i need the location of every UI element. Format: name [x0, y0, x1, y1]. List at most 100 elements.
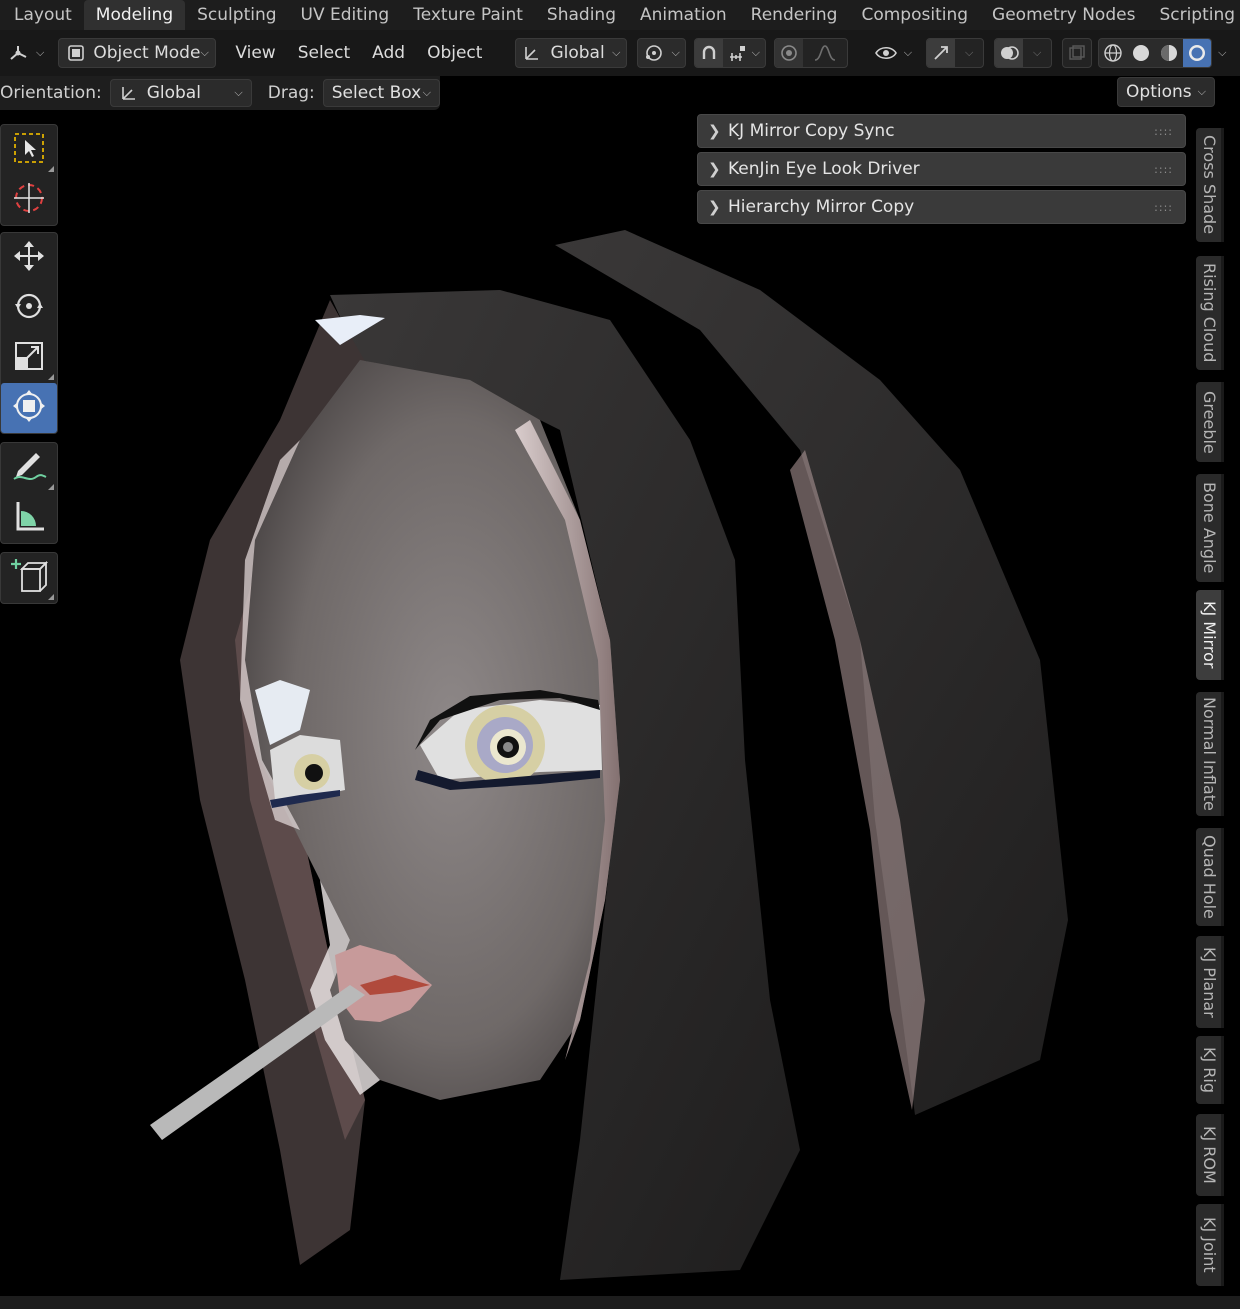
chevron-down-icon: ⌵ [200, 46, 209, 59]
tab-scripting[interactable]: Scripting [1147, 0, 1240, 30]
xray-toggle[interactable] [1062, 38, 1093, 68]
sidebar-tab-kj-joint[interactable]: KJ Joint [1196, 1204, 1224, 1286]
menu-view[interactable]: View [224, 38, 286, 68]
menu-select[interactable]: Select [287, 38, 361, 68]
chevron-right-icon: ❯ [708, 160, 721, 178]
transform-tool[interactable] [1, 383, 57, 433]
gizmo-group: ⌵ [926, 38, 985, 68]
tab-compositing[interactable]: Compositing [849, 0, 980, 30]
snap-increment-icon[interactable]: ⌵ [723, 39, 765, 67]
chevron-down-icon[interactable]: ⌵ [1023, 39, 1051, 67]
drag-label: Drag: [267, 83, 315, 103]
toolbar-add-group [0, 552, 58, 604]
scale-tool[interactable] [1, 333, 57, 383]
mode-label: Object Mode [93, 43, 201, 63]
cursor-tool[interactable] [1, 175, 57, 225]
shading-options-dropdown[interactable]: ⌵ [1214, 38, 1230, 68]
tab-sculpting[interactable]: Sculpting [185, 0, 288, 30]
sidebar-tab-rising-cloud[interactable]: Rising Cloud [1196, 256, 1224, 370]
rotate-tool[interactable] [1, 283, 57, 333]
sidebar-tab-bone-angle[interactable]: Bone Angle [1196, 474, 1224, 582]
chevron-down-icon: ⌵ [234, 86, 243, 99]
chevron-down-icon: ⌵ [422, 86, 431, 99]
orientation-label: Global [550, 43, 605, 63]
sidebar-tab-normal-inflate[interactable]: Normal Inflate [1196, 692, 1224, 816]
tab-modeling[interactable]: Modeling [83, 0, 186, 30]
add-cube-icon [10, 557, 49, 600]
tab-animation[interactable]: Animation [628, 0, 739, 30]
chevron-down-icon: ⌵ [1197, 85, 1206, 98]
pivot-point-dropdown[interactable]: ⌵ [637, 38, 686, 68]
rendered-shading-icon[interactable] [1183, 39, 1212, 67]
tab-shading[interactable]: Shading [535, 0, 628, 30]
tool-orientation-value: Global [146, 83, 201, 103]
move-icon [12, 239, 46, 278]
drag-grip-icon[interactable]: :::: [1154, 125, 1173, 138]
mode-dropdown[interactable]: Object Mode ⌵ [58, 38, 217, 68]
scale-icon [12, 339, 46, 378]
options-label: Options [1126, 82, 1192, 102]
move-tool[interactable] [1, 233, 57, 283]
chevron-down-icon[interactable]: ⌵ [955, 39, 983, 67]
material-preview-shading-icon[interactable] [1155, 39, 1183, 67]
overlay-icon[interactable] [995, 39, 1024, 67]
menu-object[interactable]: Object [416, 38, 493, 68]
sidebar-tab-greeble[interactable]: Greeble [1196, 382, 1224, 462]
proportional-edit-icon[interactable] [774, 39, 803, 67]
eye-icon [874, 43, 898, 63]
tab-uv-editing[interactable]: UV Editing [289, 0, 402, 30]
snap-magnet-icon[interactable] [694, 39, 723, 67]
snap-group: ⌵ [693, 38, 766, 68]
tab-texture-paint[interactable]: Texture Paint [401, 0, 535, 30]
gizmo-icon[interactable] [927, 39, 956, 67]
visibility-dropdown[interactable]: ⌵ [870, 38, 916, 68]
panel-title: KJ Mirror Copy Sync [728, 121, 895, 141]
measure-tool[interactable] [1, 493, 57, 543]
options-dropdown[interactable]: Options ⌵ [1117, 77, 1215, 107]
drag-dropdown[interactable]: Select Box ⌵ [322, 79, 440, 107]
annotate-tool[interactable] [1, 443, 57, 493]
object-mode-icon [67, 44, 85, 62]
panel-hierarchy-mirror-copy[interactable]: ❯ Hierarchy Mirror Copy :::: [697, 190, 1186, 224]
drag-grip-icon[interactable]: :::: [1154, 201, 1173, 214]
select-box-tool[interactable] [1, 125, 57, 175]
wireframe-shading-icon[interactable] [1099, 39, 1127, 67]
cursor-icon [12, 181, 46, 220]
overlay-group: ⌵ [994, 38, 1053, 68]
character-head-model [150, 230, 1068, 1280]
sidebar-tab-kj-mirror[interactable]: KJ Mirror [1196, 590, 1224, 680]
tab-rendering[interactable]: Rendering [739, 0, 850, 30]
chevron-down-icon: ⌵ [1218, 46, 1227, 59]
tool-settings-bar: Orientation: Global ⌵ Drag: Select Box ⌵ [0, 76, 440, 110]
sidebar-tab-kj-rom[interactable]: KJ ROM [1196, 1114, 1224, 1196]
workspace-tab-bar: Layout Modeling Sculpting UV Editing Tex… [0, 0, 1240, 30]
panel-title: Hierarchy Mirror Copy [728, 197, 915, 217]
chevron-down-icon: ⌵ [903, 46, 913, 59]
solid-shading-icon[interactable] [1127, 39, 1155, 67]
transform-orientation-dropdown[interactable]: Global ⌵ [515, 38, 628, 68]
rotate-icon [12, 289, 46, 328]
3d-viewport[interactable]: ❯ KJ Mirror Copy Sync :::: ❯ KenJin Eye … [0, 110, 1240, 1296]
drag-grip-icon[interactable]: :::: [1154, 163, 1173, 176]
tab-layout[interactable]: Layout [2, 0, 84, 30]
add-cube-tool[interactable] [1, 553, 57, 603]
tab-geometry-nodes[interactable]: Geometry Nodes [980, 0, 1147, 30]
orientation-settings-label: Orientation: [0, 83, 102, 103]
tool-orientation-dropdown[interactable]: Global ⌵ [109, 79, 252, 107]
sidebar-tab-kj-rig[interactable]: KJ Rig [1196, 1036, 1224, 1104]
panel-kj-mirror-copy-sync[interactable]: ❯ KJ Mirror Copy Sync :::: [697, 114, 1186, 148]
3d-viewport-icon [8, 43, 30, 63]
status-bar-edge [0, 1296, 1240, 1309]
panel-kenjin-eye-look-driver[interactable]: ❯ KenJin Eye Look Driver :::: [697, 152, 1186, 186]
xray-icon [1063, 39, 1091, 67]
proportional-edit-group [773, 38, 848, 68]
header-menus: View Select Add Object [224, 38, 493, 68]
panel-title: KenJin Eye Look Driver [728, 159, 920, 179]
falloff-curve-icon[interactable] [803, 39, 847, 67]
sidebar-tab-kj-planar[interactable]: KJ Planar [1196, 936, 1224, 1028]
sidebar-tab-quad-hole[interactable]: Quad Hole [1196, 828, 1224, 926]
editor-type-button[interactable]: ⌵ [4, 38, 48, 68]
sidebar-tab-cross-shade[interactable]: Cross Shade [1196, 128, 1224, 242]
chevron-down-icon: ⌵ [671, 46, 680, 59]
menu-add[interactable]: Add [361, 38, 416, 68]
